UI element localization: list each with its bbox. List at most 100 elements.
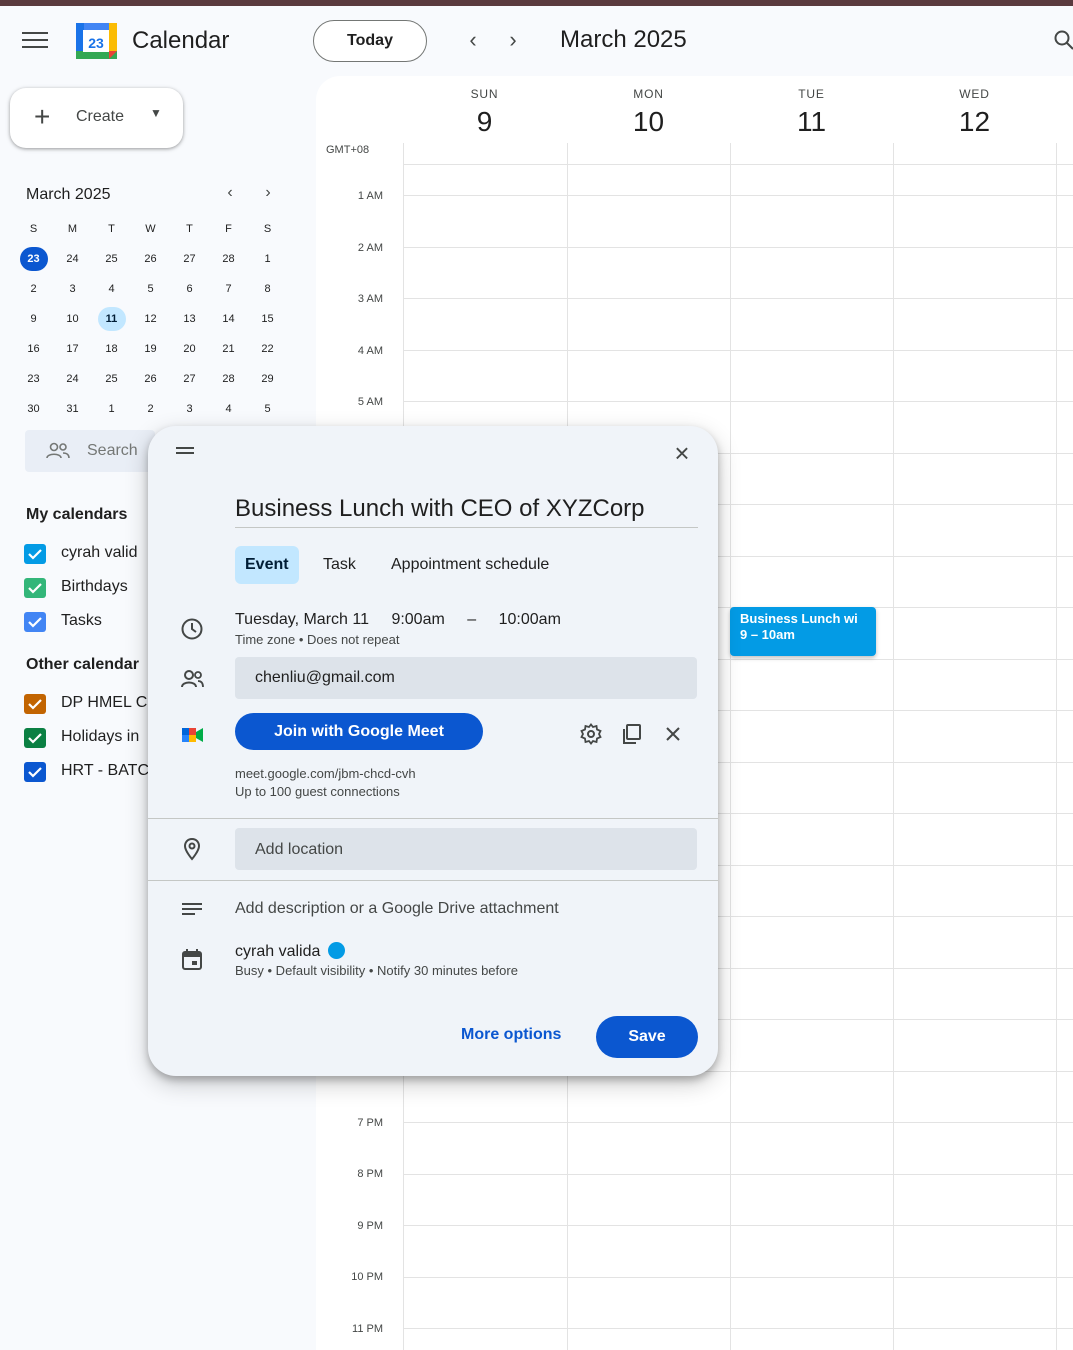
mini-day[interactable]: 23 [14,364,53,394]
mini-day[interactable]: 4 [92,274,131,304]
mini-day-number: 8 [264,283,271,295]
other-calendars-title[interactable]: Other calendar [26,656,139,674]
mini-week-row: 16 17 18 19 20 21 22 [14,334,287,364]
save-button[interactable]: Save [596,1016,698,1058]
calendar-checkbox[interactable] [24,544,46,564]
mini-day[interactable]: 11 [92,304,131,334]
mini-day[interactable]: 22 [248,334,287,364]
guest-email[interactable]: chenliu@gmail.com [255,669,395,687]
more-options-button[interactable]: More options [461,1026,561,1044]
caret-down-icon[interactable]: ▼ [150,106,162,120]
mini-day[interactable]: 6 [170,274,209,304]
mini-day[interactable]: 27 [170,244,209,274]
event-date[interactable]: Tuesday, March 11 [235,611,369,628]
main-menu-icon[interactable] [22,32,48,50]
mini-day[interactable]: 23 [14,244,53,274]
gear-icon[interactable] [579,722,603,746]
mini-day[interactable]: 5 [131,274,170,304]
calendar-checkbox[interactable] [24,578,46,598]
drag-handle-icon[interactable] [176,447,194,455]
mini-day[interactable]: 25 [92,364,131,394]
mini-prev-month-button[interactable]: ‹ [220,184,240,202]
mini-day[interactable]: 25 [92,244,131,274]
hour-grid-line [404,1173,1073,1175]
today-button[interactable]: Today [313,20,427,62]
mini-day[interactable]: 12 [131,304,170,334]
next-week-button[interactable]: › [498,26,528,56]
day-header-wed[interactable]: WED 12 [893,76,1056,164]
mini-day[interactable]: 27 [170,364,209,394]
mini-day[interactable]: 7 [209,274,248,304]
mini-day[interactable]: 19 [131,334,170,364]
prev-week-button[interactable]: ‹ [458,26,488,56]
mini-day[interactable]: 16 [14,334,53,364]
mini-day[interactable]: 30 [14,394,53,424]
date-time-line[interactable]: Tuesday, March 11 9:00am – 10:00am [235,611,579,629]
mini-day[interactable]: 28 [209,244,248,274]
mini-day[interactable]: 20 [170,334,209,364]
create-button[interactable]: + Create ▼ [10,88,183,148]
mini-day[interactable]: 1 [248,244,287,274]
mini-day[interactable]: 2 [131,394,170,424]
mini-weekday: T [186,223,193,235]
meet-link[interactable]: meet.google.com/jbm-chcd-cvh [235,766,416,781]
description-field[interactable]: Add description or a Google Drive attach… [235,900,559,918]
event-end-time[interactable]: 10:00am [499,611,561,628]
tab-appointment-schedule[interactable]: Appointment schedule [381,546,559,584]
tab-event[interactable]: Event [235,546,299,584]
hour-label: 2 AM [357,242,383,254]
mini-day[interactable]: 26 [131,244,170,274]
mini-day[interactable]: 5 [248,394,287,424]
mini-day[interactable]: 18 [92,334,131,364]
day-number[interactable]: 9 [403,106,566,138]
mini-day[interactable]: 4 [209,394,248,424]
calendar-checkbox[interactable] [24,762,46,782]
calendar-checkbox[interactable] [24,694,46,714]
calendar-checkbox[interactable] [24,728,46,748]
timezone-repeat-link[interactable]: Time zone • Does not repeat [235,632,400,647]
calendar-owner[interactable]: cyrah valida [235,942,346,961]
mini-day[interactable]: 3 [53,274,92,304]
search-icon[interactable] [1052,28,1073,52]
search-people-input[interactable]: Search [25,430,155,472]
day-header-tue[interactable]: TUE 11 [730,76,893,164]
day-header-mon[interactable]: MON 10 [567,76,730,164]
day-number[interactable]: 10 [567,106,730,138]
mini-day[interactable]: 9 [14,304,53,334]
mini-day[interactable]: 10 [53,304,92,334]
mini-day[interactable]: 13 [170,304,209,334]
event-start-time[interactable]: 9:00am [391,611,444,628]
mini-day[interactable]: 15 [248,304,287,334]
mini-day[interactable]: 2 [14,274,53,304]
mini-day[interactable]: 1 [92,394,131,424]
event-title-input[interactable] [235,490,698,528]
join-google-meet-button[interactable]: Join with Google Meet [235,713,483,750]
mini-day[interactable]: 21 [209,334,248,364]
day-number[interactable]: 11 [730,106,893,138]
my-calendars-title[interactable]: My calendars [26,506,127,524]
mini-day[interactable]: 14 [209,304,248,334]
mini-day[interactable]: 31 [53,394,92,424]
day-header-sun[interactable]: SUN 9 [403,76,566,164]
owner-details[interactable]: Busy • Default visibility • Notify 30 mi… [235,963,518,978]
close-icon[interactable]: × [668,440,696,468]
mini-day[interactable]: 3 [170,394,209,424]
mini-next-month-button[interactable]: › [258,184,278,202]
event-chip[interactable]: Business Lunch wi 9 – 10am [730,607,876,656]
mini-day[interactable]: 24 [53,364,92,394]
mini-day[interactable]: 24 [53,244,92,274]
calendar-checkbox[interactable] [24,612,46,632]
mini-calendar-grid: S M T W T F S 23 24 25 26 27 28 1 2 3 4 5 6 7 8 9 10 11 1… [14,214,287,424]
location-input[interactable]: Add location [235,828,697,870]
mini-day[interactable]: 8 [248,274,287,304]
copy-icon[interactable] [620,722,644,746]
mini-day[interactable]: 26 [131,364,170,394]
day-number[interactable]: 12 [893,106,1056,138]
mini-day[interactable]: 29 [248,364,287,394]
description-icon [182,903,202,915]
remove-meet-icon[interactable] [661,722,685,746]
tab-task[interactable]: Task [313,546,366,584]
mini-day[interactable]: 28 [209,364,248,394]
mini-weekday: F [225,223,232,235]
mini-day[interactable]: 17 [53,334,92,364]
